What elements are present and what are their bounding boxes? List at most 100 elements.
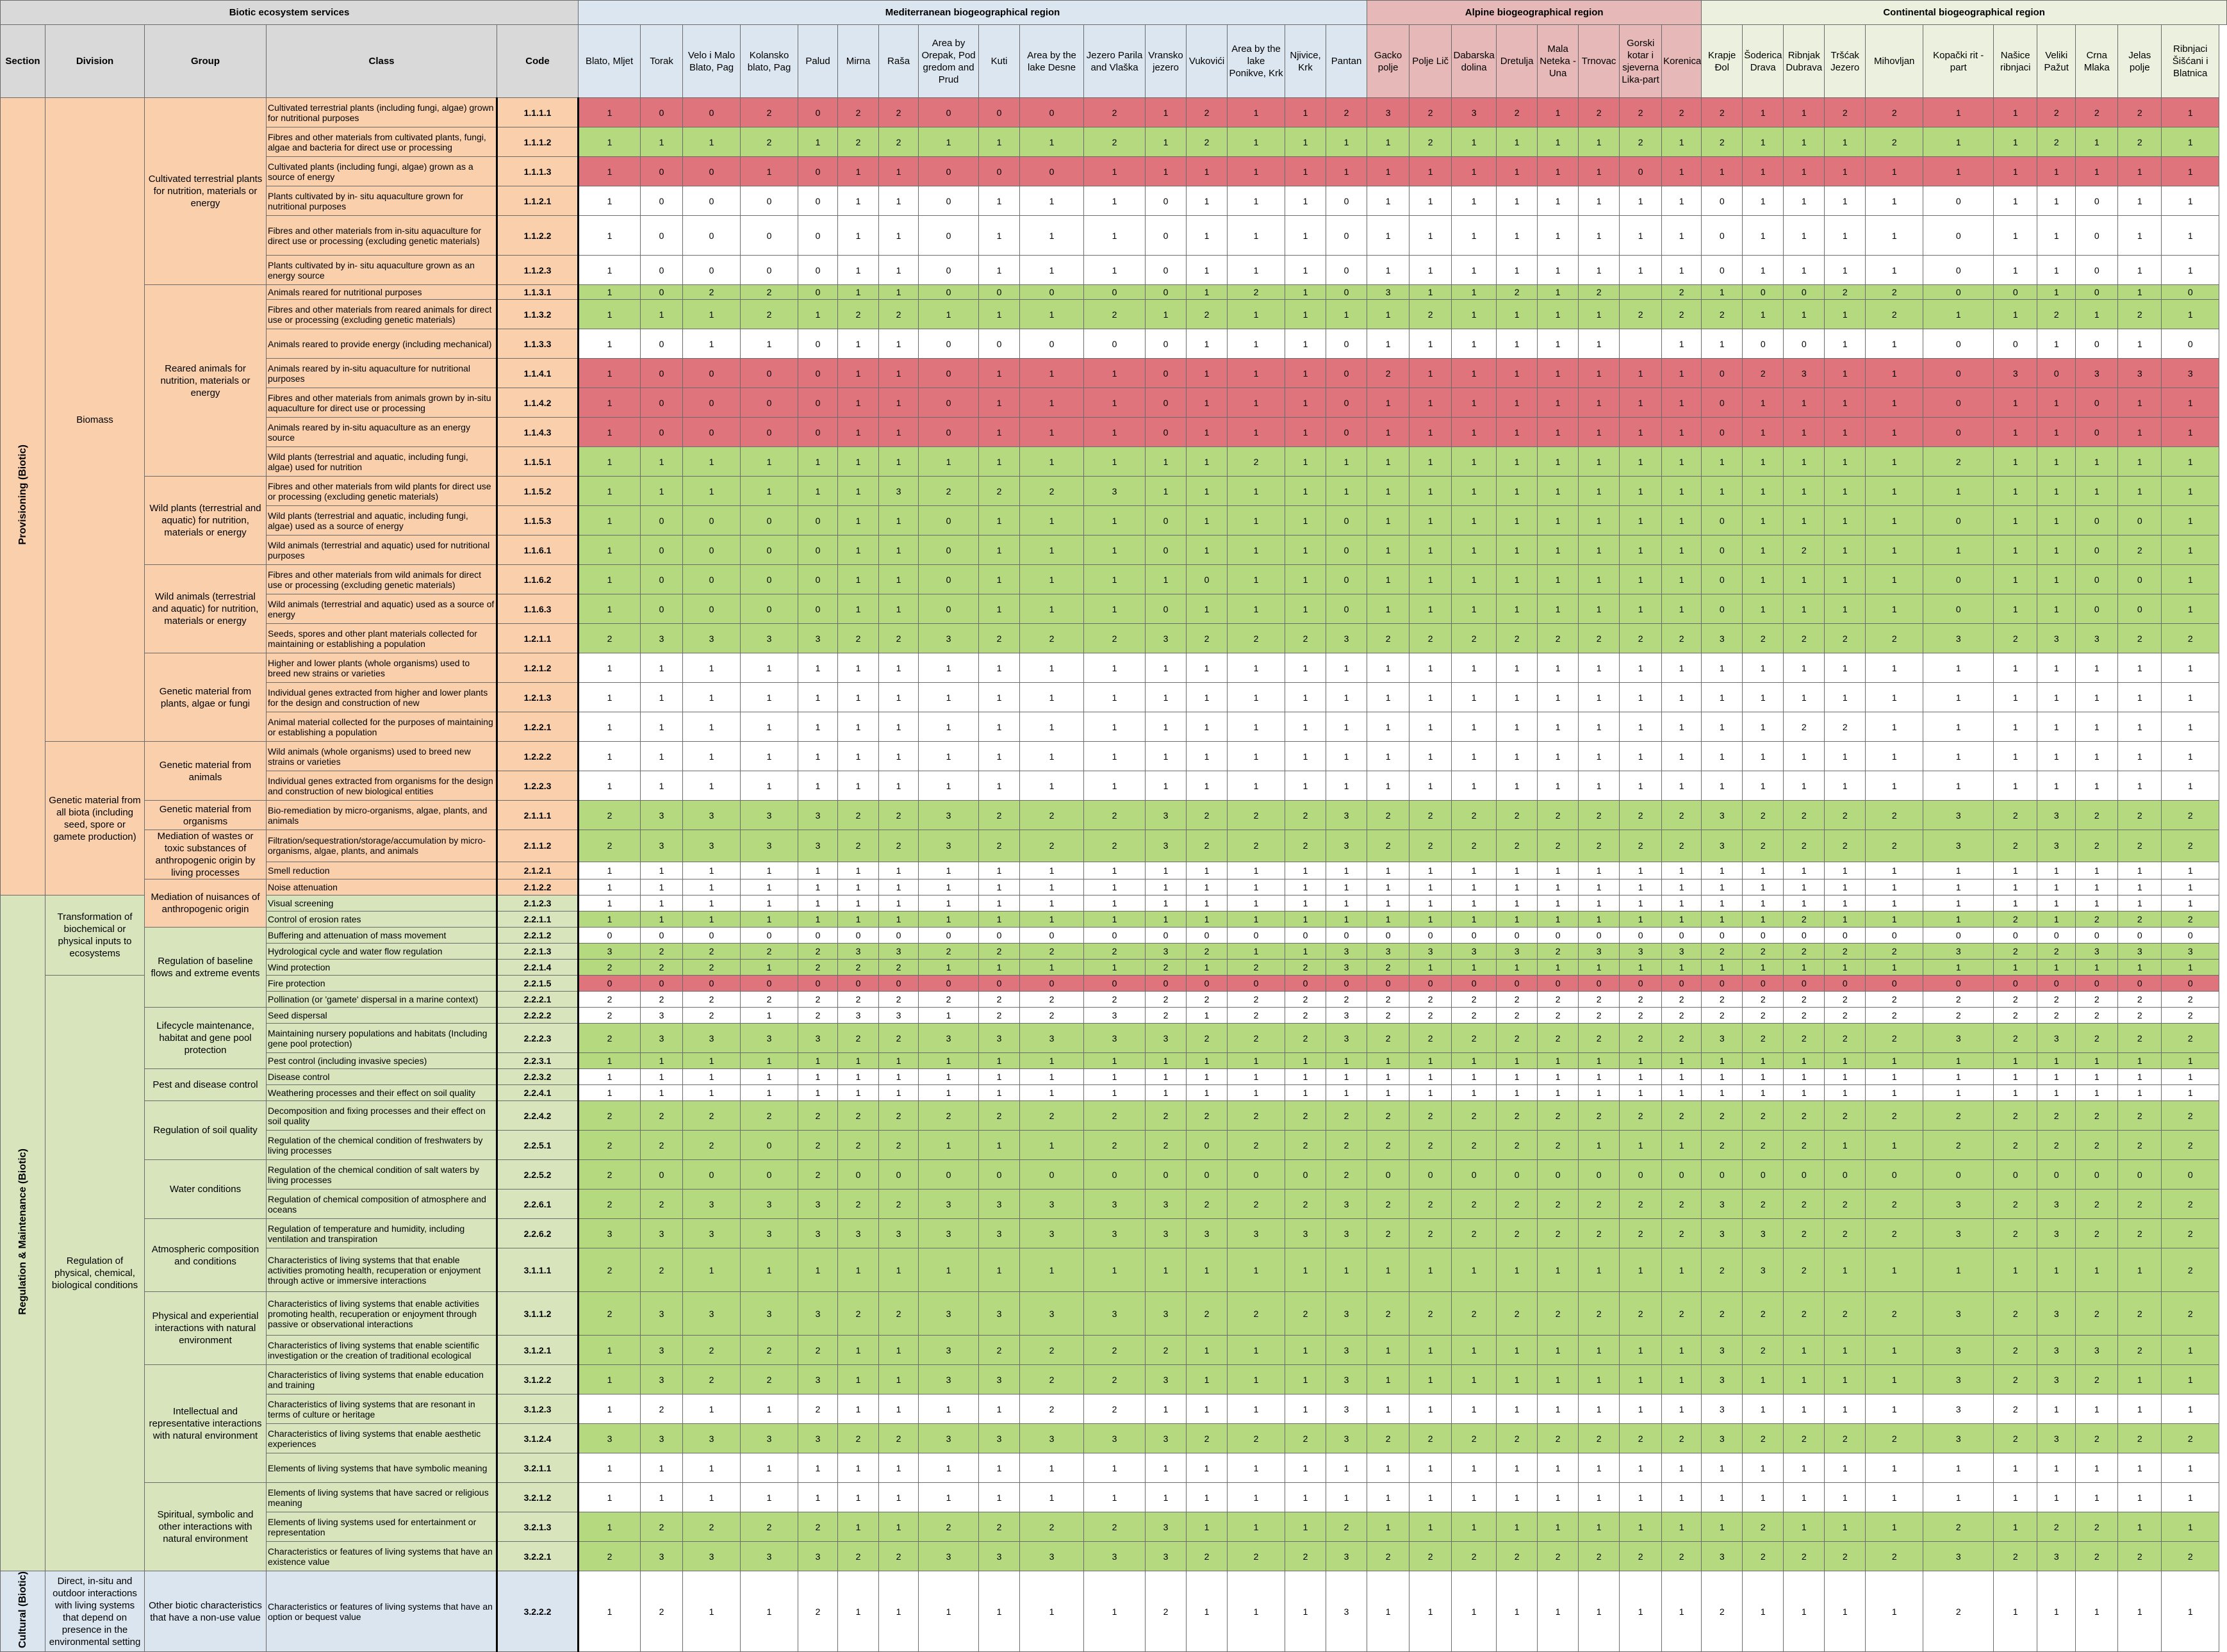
section-label: Regulation & Maintenance (Biotic) <box>0 895 45 1571</box>
score-cell: 2 <box>1227 1423 1286 1453</box>
score-cell: 1 <box>1661 1335 1702 1365</box>
score-cell: 3 <box>640 1291 684 1336</box>
score-cell: 2 <box>1496 1100 1538 1131</box>
score-cell: 1 <box>1496 861 1538 880</box>
score-cell: 2 <box>2075 1364 2119 1394</box>
score-cell: 1 <box>578 741 641 771</box>
score-cell: 1 <box>1083 186 1146 216</box>
score-cell: 1 <box>1923 861 1994 880</box>
service-code: 2.2.2.3 <box>495 1023 580 1053</box>
score-cell: 1 <box>1578 388 1620 418</box>
score-cell: 1 <box>2161 861 2220 880</box>
score-cell: 2 <box>682 1100 741 1131</box>
table-row: Maintaining nursery populations and habi… <box>1 1023 2227 1053</box>
score-cell: 1 <box>640 446 684 477</box>
score-cell: 1 <box>1537 186 1579 216</box>
score-cell: 0 <box>1019 975 1085 992</box>
service-code: 1.2.2.3 <box>495 771 580 801</box>
score-cell: 2 <box>640 959 684 976</box>
score-cell: 1 <box>1083 1052 1146 1069</box>
class-description: Seed dispersal <box>266 1007 497 1024</box>
score-cell: 0 <box>1742 329 1784 359</box>
score-cell: 1 <box>1496 682 1538 712</box>
score-cell: 2 <box>2037 1512 2076 1542</box>
score-cell: 1 <box>1227 712 1286 742</box>
table-row: Water conditions Regulation of the chemic… <box>1 1159 2227 1219</box>
score-cell: 1 <box>837 1084 880 1101</box>
score-cell: 3 <box>1701 1541 1743 1571</box>
site-column-header: Ribnjaci Šišćani i Blatnica <box>2161 24 2220 98</box>
score-cell: 2 <box>1496 1189 1538 1219</box>
score-cell: 1 <box>2117 1068 2162 1085</box>
score-cell: 2 <box>1227 1130 1286 1160</box>
score-cell: 0 <box>1145 186 1187 216</box>
score-cell: 1 <box>1496 358 1538 388</box>
score-cell: 0 <box>1285 975 1327 992</box>
score-cell: 1 <box>1186 594 1228 624</box>
score-cell: 1 <box>1367 476 1410 506</box>
score-cell: 3 <box>2075 943 2119 960</box>
score-cell: 1 <box>1619 911 1663 928</box>
score-cell: 0 <box>1186 1130 1228 1160</box>
score-cell: 0 <box>1619 1159 1663 1190</box>
score-cell: 1 <box>1824 1571 1866 1652</box>
score-cell: 1 <box>1451 564 1497 594</box>
score-cell: 1 <box>2037 1052 2076 1069</box>
score-cell: 1 <box>2037 1453 2076 1483</box>
score-cell: 1 <box>1451 1248 1497 1292</box>
score-cell: 0 <box>1496 927 1538 944</box>
score-cell: 0 <box>1326 255 1368 285</box>
score-cell: 1 <box>1019 879 1085 896</box>
score-cell: 2 <box>1783 800 1825 830</box>
score-cell: 0 <box>2075 186 2119 216</box>
score-cell: 1 <box>798 911 839 928</box>
score-cell: 1 <box>1578 255 1620 285</box>
score-cell: 1 <box>578 771 641 801</box>
service-code: 2.2.1.5 <box>495 975 580 992</box>
score-cell: 1 <box>1367 594 1410 624</box>
score-cell: 1 <box>1619 741 1663 771</box>
class-description: Elements of living systems that have sym… <box>266 1453 497 1483</box>
score-cell: 1 <box>1145 1084 1187 1101</box>
score-cell: 0 <box>2075 535 2119 565</box>
score-cell: 2 <box>1227 800 1286 830</box>
score-cell: 1 <box>1019 358 1085 388</box>
score-cell: 2 <box>1824 1189 1866 1219</box>
score-cell: 0 <box>682 927 741 944</box>
score-cell: 1 <box>1783 1482 1825 1512</box>
score-cell: 1 <box>2037 653 2076 683</box>
score-cell: 1 <box>2161 417 2220 447</box>
class-description: Regulation of the chemical condition of … <box>266 1159 497 1190</box>
score-cell: 2 <box>640 1571 684 1652</box>
score-cell: 2 <box>1783 535 1825 565</box>
score-cell: 1 <box>740 682 799 712</box>
score-cell: 1 <box>1019 1453 1085 1483</box>
score-cell: 0 <box>682 186 741 216</box>
score-cell: 2 <box>878 127 919 157</box>
score-cell: 0 <box>1742 284 1784 300</box>
score-cell: 1 <box>1824 682 1866 712</box>
score-cell: 1 <box>740 712 799 742</box>
score-cell: 0 <box>2075 975 2119 992</box>
score-cell: 0 <box>1701 388 1743 418</box>
score-cell: 2 <box>1496 1218 1538 1248</box>
score-cell: 2 <box>878 1023 919 1053</box>
score-cell: 1 <box>1993 97 2038 127</box>
table-row: Pest and disease control Disease control 2… <box>1 1068 2227 1101</box>
score-cell: 1 <box>1451 535 1497 565</box>
score-cell: 0 <box>1186 1159 1228 1190</box>
score-cell: 1 <box>578 358 641 388</box>
service-code: 2.1.2.1 <box>495 861 580 880</box>
score-cell: 1 <box>1186 1007 1228 1024</box>
table-row: Reared animals for nutrition, materials … <box>1 284 2227 477</box>
score-cell: 3 <box>1367 97 1410 127</box>
score-cell: 0 <box>682 535 741 565</box>
score-cell: 1 <box>918 682 980 712</box>
score-cell: 1 <box>1824 1453 1866 1483</box>
score-cell: 1 <box>2117 1482 2162 1512</box>
score-cell: 0 <box>978 975 1021 992</box>
score-cell: 1 <box>1227 682 1286 712</box>
score-cell: 1 <box>1865 535 1924 565</box>
score-cell: 2 <box>878 1130 919 1160</box>
score-cell: 0 <box>2075 927 2119 944</box>
